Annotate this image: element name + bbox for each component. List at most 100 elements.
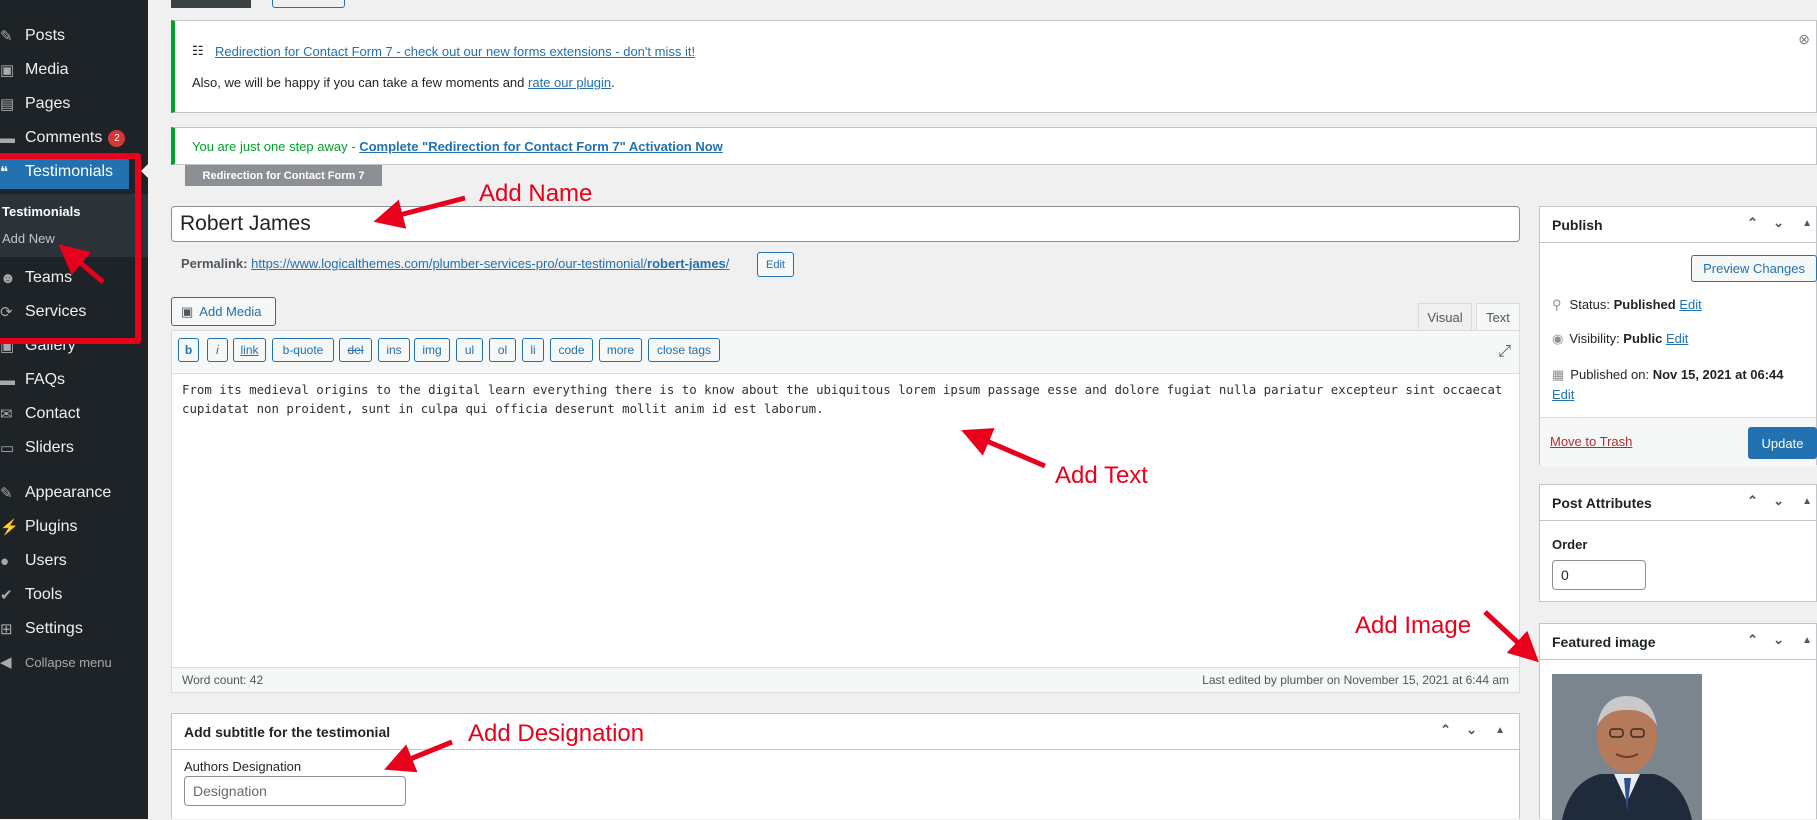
nav-faqs-label: FAQs: [25, 371, 66, 388]
nav-media[interactable]: ▣ Media: [0, 53, 148, 87]
tab-text[interactable]: Text: [1476, 303, 1520, 331]
toggle-panel-icon[interactable]: ▲: [1802, 635, 1812, 646]
qt-close-tags-button[interactable]: close tags: [648, 338, 720, 362]
plugin-notice: ☷ Redirection for Contact Form 7 - check…: [171, 20, 1817, 113]
move-down-icon[interactable]: ⌄: [1773, 493, 1784, 509]
move-up-icon[interactable]: ⌃: [1747, 493, 1758, 509]
published-label: Published on:: [1570, 367, 1653, 382]
publish-metabox: Publish ⌃ ⌄ ▲ Preview Changes ⚲ Status: P…: [1539, 206, 1817, 466]
visibility-eye-icon: ◉: [1552, 331, 1564, 346]
publish-title: Publish: [1552, 217, 1603, 233]
qt-ol-button[interactable]: ol: [489, 338, 516, 362]
qt-bquote-button[interactable]: b-quote: [272, 338, 334, 362]
publish-actions: Move to Trash Update: [1540, 417, 1817, 466]
nav-users[interactable]: ● Users: [0, 544, 148, 578]
move-up-icon[interactable]: ⌃: [1747, 632, 1758, 648]
designation-input[interactable]: Designation: [184, 776, 406, 806]
move-up-icon[interactable]: ⌃: [1440, 722, 1451, 738]
status-value: Published: [1613, 297, 1676, 312]
status-edit-link[interactable]: Edit: [1679, 297, 1701, 312]
subtitle-metabox: Add subtitle for the testimonial ⌃ ⌄ ▲ A…: [171, 713, 1520, 819]
quicktags-toolbar: [172, 331, 1519, 374]
featured-image-title: Featured image: [1552, 634, 1656, 650]
toggle-panel-icon[interactable]: ▲: [1802, 496, 1812, 507]
nav-comments-label: Comments: [25, 129, 103, 146]
nav-pages[interactable]: ▤ Pages: [0, 87, 148, 121]
dismiss-notice-icon[interactable]: ⊗: [1798, 31, 1810, 48]
qt-li-button[interactable]: li: [522, 338, 544, 362]
nav-plugins-label: Plugins: [25, 518, 78, 535]
toggle-panel-icon[interactable]: ▲: [1495, 725, 1505, 736]
qt-bold-button[interactable]: b: [178, 338, 199, 362]
nav-plugins[interactable]: ⚡ Plugins: [0, 510, 148, 544]
forms-extension-link[interactable]: Redirection for Contact Form 7 - check o…: [215, 44, 695, 59]
fullscreen-icon[interactable]: ⤢: [1498, 343, 1511, 361]
appearance-icon: ✎: [0, 485, 13, 502]
move-up-icon[interactable]: ⌃: [1747, 215, 1758, 231]
activation-link[interactable]: Complete "Redirection for Contact Form 7…: [359, 139, 723, 154]
qt-ul-button[interactable]: ul: [456, 338, 483, 362]
nav-contact[interactable]: ✉ Contact: [0, 397, 148, 431]
annotation-add-name: Add Name: [479, 180, 593, 207]
permalink-edit-button[interactable]: Edit: [757, 252, 794, 277]
qt-link-button[interactable]: link: [233, 338, 266, 362]
nav-gallery[interactable]: ▣ Gallery: [0, 329, 148, 363]
visibility-edit-link[interactable]: Edit: [1666, 331, 1688, 346]
qt-del-button[interactable]: del: [339, 338, 372, 362]
annotation-add-image: Add Image: [1355, 612, 1472, 639]
comment-count-badge: 2: [108, 129, 126, 147]
qt-italic-button[interactable]: i: [207, 338, 228, 362]
nav-settings[interactable]: ⊞ Settings: [0, 612, 148, 646]
nav-posts[interactable]: ✎ Posts: [0, 19, 148, 53]
move-to-trash-link[interactable]: Move to Trash: [1550, 434, 1632, 449]
featured-image-thumbnail[interactable]: [1552, 674, 1702, 820]
nav-services[interactable]: ⟳ Services: [0, 295, 148, 329]
nav-faqs[interactable]: ▬ FAQs: [0, 363, 148, 397]
collapse-icon: ◀: [0, 654, 12, 671]
permalink-label: Permalink:: [181, 256, 248, 271]
move-down-icon[interactable]: ⌄: [1773, 215, 1784, 231]
rate-plugin-link[interactable]: rate our plugin: [528, 75, 611, 90]
add-new-heading-button[interactable]: [272, 0, 345, 8]
nav-tools[interactable]: ✔ Tools: [0, 578, 148, 612]
published-edit-link[interactable]: Edit: [1552, 387, 1574, 402]
nav-testimonials[interactable]: ❝ Testimonials: [0, 155, 129, 189]
contact-icon: ✉: [0, 406, 13, 423]
permalink-row: Permalink: https://www.logicalthemes.com…: [181, 256, 729, 271]
activation-text: You are just one step away - Complete "R…: [192, 139, 723, 154]
qt-img-button[interactable]: img: [414, 338, 450, 362]
update-button[interactable]: Update: [1748, 427, 1817, 459]
qt-ins-button[interactable]: ins: [378, 338, 410, 362]
qt-more-button[interactable]: more: [599, 338, 642, 362]
collapse-menu-button[interactable]: ◀ Collapse menu: [0, 645, 148, 679]
post-title-input[interactable]: Robert James: [171, 206, 1520, 242]
add-media-button[interactable]: ▣ Add Media: [171, 297, 276, 326]
move-down-icon[interactable]: ⌄: [1466, 722, 1477, 738]
calendar-icon: ▦: [1552, 367, 1565, 382]
nav-comments[interactable]: ▬ Comments 2: [0, 121, 148, 155]
move-down-icon[interactable]: ⌄: [1773, 632, 1784, 648]
order-input[interactable]: 0: [1552, 560, 1646, 590]
nav-teams[interactable]: ☻ Teams: [0, 261, 148, 295]
annotation-add-text: Add Text: [1055, 462, 1148, 489]
preview-changes-button[interactable]: Preview Changes: [1691, 255, 1817, 282]
qt-code-button[interactable]: code: [550, 338, 593, 362]
publish-metabox-header: Publish ⌃ ⌄ ▲: [1540, 207, 1816, 243]
gallery-icon: ▣: [0, 338, 15, 355]
nav-services-label: Services: [25, 303, 87, 320]
nav-appearance[interactable]: ✎ Appearance: [0, 476, 148, 510]
published-on-row: ▦ Published on: Nov 15, 2021 at 06:44 Edit: [1552, 365, 1814, 405]
featured-image-header: Featured image ⌃ ⌄ ▲: [1540, 624, 1816, 660]
nav-sliders[interactable]: ▭ Sliders: [0, 431, 148, 465]
activation-prefix: You are just one step away -: [192, 139, 360, 154]
status-label: Status:: [1569, 297, 1614, 312]
submenu-testimonials[interactable]: Testimonials: [2, 204, 81, 219]
toggle-panel-icon[interactable]: ▲: [1802, 218, 1812, 229]
tab-visual[interactable]: Visual: [1418, 303, 1472, 331]
last-edited: Last edited by plumber on November 15, 2…: [1202, 673, 1509, 687]
content-textarea[interactable]: From its medieval origins to the digital…: [182, 380, 1507, 418]
permalink-url[interactable]: https://www.logicalthemes.com/plumber-se…: [251, 256, 729, 271]
submenu-add-new[interactable]: Add New: [2, 231, 55, 246]
designation-label: Authors Designation: [184, 759, 302, 774]
page-heading-fragment: [171, 0, 251, 8]
